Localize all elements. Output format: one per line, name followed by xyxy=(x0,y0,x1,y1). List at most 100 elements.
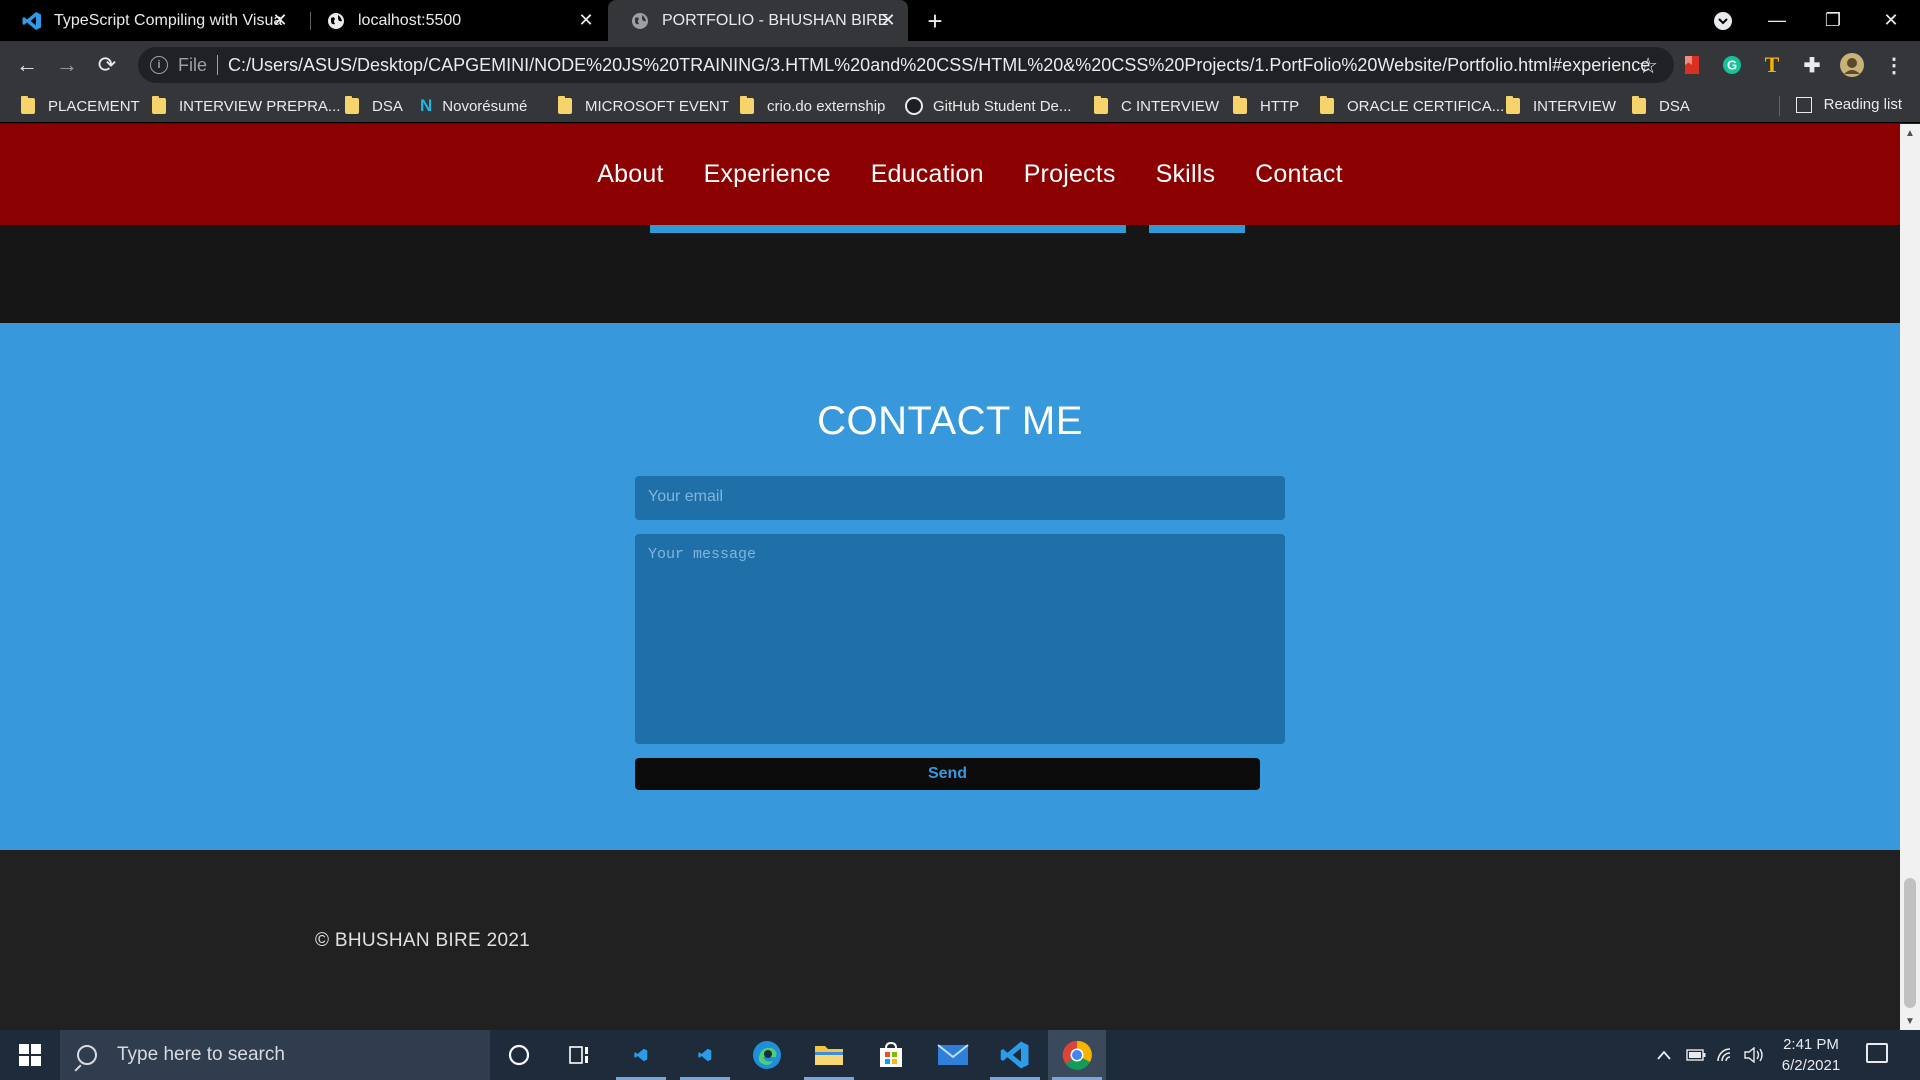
menu-dots-icon[interactable]: ⋮ xyxy=(1882,53,1906,77)
taskbar-search[interactable]: Type here to search xyxy=(60,1030,490,1080)
nav-link-about[interactable]: About xyxy=(597,160,663,189)
close-icon[interactable]: ✕ xyxy=(576,10,596,30)
vscode-icon xyxy=(698,1048,712,1062)
reading-list-button[interactable]: Reading list xyxy=(1795,96,1902,113)
nav-link-experience[interactable]: Experience xyxy=(704,160,831,189)
avatar[interactable] xyxy=(1840,53,1864,77)
taskbar-app-vscode[interactable] xyxy=(986,1030,1044,1080)
task-view-icon xyxy=(569,1046,588,1064)
site-footer: © BHUSHAN BIRE 2021 xyxy=(0,850,1900,1030)
bookmark-item[interactable]: INTERVIEW PREPRA... xyxy=(152,96,340,116)
vscode-icon xyxy=(1000,1041,1029,1069)
tab-portfolio[interactable]: PORTFOLIO - BHUSHAN BIRE ✕ xyxy=(608,0,908,41)
wifi-icon[interactable] xyxy=(1712,1030,1740,1080)
nav-link-skills[interactable]: Skills xyxy=(1156,160,1216,189)
folder-icon xyxy=(152,96,166,114)
scroll-down-arrow-icon[interactable]: ▼ xyxy=(1900,1012,1920,1030)
nav-link-projects[interactable]: Projects xyxy=(1024,160,1116,189)
restore-button[interactable]: ❐ xyxy=(1806,0,1860,41)
nav-link-education[interactable]: Education xyxy=(871,160,984,189)
send-button[interactable]: Send xyxy=(635,758,1260,790)
bookmark-star-icon[interactable]: ☆ xyxy=(1638,53,1658,79)
info-icon[interactable]: i xyxy=(150,56,168,74)
puzzle-icon[interactable]: ✚ xyxy=(1800,53,1824,77)
scroll-up-arrow-icon[interactable]: ▲ xyxy=(1900,124,1920,142)
taskbar-app-vscode-insiders[interactable] xyxy=(612,1030,670,1080)
bookmark-item[interactable]: crio.do externship xyxy=(740,96,885,116)
tab-typescript[interactable]: TypeScript Compiling with Visual ✕ xyxy=(0,0,300,41)
grammarly-icon[interactable]: G xyxy=(1720,53,1744,77)
start-button[interactable] xyxy=(0,1030,60,1080)
new-tab-button[interactable]: + xyxy=(920,6,950,36)
tab-title: PORTFOLIO - BHUSHAN BIRE xyxy=(662,11,889,29)
window-close-button[interactable]: ✕ xyxy=(1864,0,1918,41)
chrome-icon xyxy=(1062,1040,1092,1070)
scrollbar-thumb[interactable] xyxy=(1904,878,1916,1008)
svg-text:G: G xyxy=(1727,58,1737,73)
tray-chevron-up-icon[interactable] xyxy=(1652,1030,1676,1080)
bookmark-item[interactable]: DSA xyxy=(345,96,403,116)
bookmark-item[interactable]: MICROSOFT EVENT xyxy=(558,96,729,116)
cortana-icon xyxy=(508,1044,530,1066)
bookmark-item[interactable]: DSA xyxy=(1632,96,1690,116)
folder-icon xyxy=(1094,96,1108,114)
taskbar-app-chrome[interactable] xyxy=(1048,1030,1106,1080)
search-icon xyxy=(77,1045,97,1065)
tab-search-button[interactable] xyxy=(1696,0,1750,41)
reload-button[interactable]: ⟳ xyxy=(92,50,122,80)
tab-title: localhost:5500 xyxy=(358,11,462,29)
bookmark-item[interactable]: HTTP xyxy=(1233,96,1299,116)
folder-icon xyxy=(740,96,754,114)
close-icon[interactable]: ✕ xyxy=(878,10,898,30)
folder-icon xyxy=(1320,96,1334,114)
novoresume-icon: N xyxy=(420,96,433,115)
copyright-text: © BHUSHAN BIRE 2021 xyxy=(315,930,531,951)
windows-taskbar: Type here to search 2:41 PM 6/2/2021 xyxy=(0,1030,1920,1080)
bookmark-item[interactable]: GitHub Student De... xyxy=(905,96,1071,116)
bookmark-item[interactable]: PLACEMENT xyxy=(21,96,140,116)
taskbar-app-mail[interactable] xyxy=(924,1030,982,1080)
tab-title: TypeScript Compiling with Visual xyxy=(54,11,282,29)
globe-icon xyxy=(630,11,650,31)
cortana-button[interactable] xyxy=(490,1030,548,1080)
bookmark-item[interactable]: ORACLE CERTIFICA... xyxy=(1320,96,1504,116)
folder-icon xyxy=(1233,96,1247,114)
bookmark-separator xyxy=(1779,96,1780,116)
taskbar-app-store[interactable] xyxy=(862,1030,920,1080)
chevron-down-icon xyxy=(1714,11,1732,30)
skill-progress-bar xyxy=(650,225,1126,233)
translate-extension-icon[interactable]: T xyxy=(1760,52,1784,77)
minimize-button[interactable]: — xyxy=(1750,0,1804,41)
bookmark-extension-icon[interactable] xyxy=(1680,53,1704,77)
vscode-icon xyxy=(634,1048,648,1062)
address-bar[interactable]: i File C:/Users/ASUS/Desktop/CAPGEMINI/N… xyxy=(138,47,1674,83)
clock-date: 6/2/2021 xyxy=(1781,1057,1841,1074)
bookmark-item[interactable]: N Novorésumé xyxy=(420,96,527,116)
github-icon xyxy=(905,97,923,115)
vertical-scrollbar[interactable]: ▲ ▼ xyxy=(1900,124,1920,1030)
notification-icon[interactable] xyxy=(1866,1043,1888,1063)
url-divider xyxy=(217,55,219,75)
bookmark-item[interactable]: INTERVIEW xyxy=(1506,96,1616,116)
site-navbar: About Experience Education Projects Skil… xyxy=(0,124,1900,225)
nav-link-contact[interactable]: Contact xyxy=(1255,160,1343,189)
volume-icon[interactable] xyxy=(1740,1030,1768,1080)
close-icon[interactable]: ✕ xyxy=(270,10,290,30)
vscode-icon xyxy=(22,11,42,31)
email-field[interactable]: Your email xyxy=(635,476,1285,520)
battery-icon[interactable] xyxy=(1682,1030,1710,1080)
back-button[interactable]: ← xyxy=(12,50,42,80)
bookmark-item[interactable]: C INTERVIEW xyxy=(1094,96,1219,116)
taskbar-app-vscode-2[interactable] xyxy=(676,1030,734,1080)
forward-button[interactable]: → xyxy=(52,50,82,80)
folder-icon xyxy=(815,1046,843,1065)
skill-progress-bar xyxy=(1149,225,1245,233)
url-scheme: File xyxy=(178,54,208,75)
url-text[interactable]: C:/Users/ASUS/Desktop/CAPGEMINI/NODE%20J… xyxy=(228,55,1650,76)
taskbar-clock[interactable]: 2:41 PM 6/2/2021 xyxy=(1768,1034,1854,1076)
tab-localhost[interactable]: localhost:5500 ✕ xyxy=(304,0,606,41)
taskbar-app-file-explorer[interactable] xyxy=(800,1030,858,1080)
taskbar-app-edge[interactable] xyxy=(738,1030,796,1080)
message-field[interactable]: Your message xyxy=(635,534,1285,744)
task-view-button[interactable] xyxy=(550,1030,608,1080)
